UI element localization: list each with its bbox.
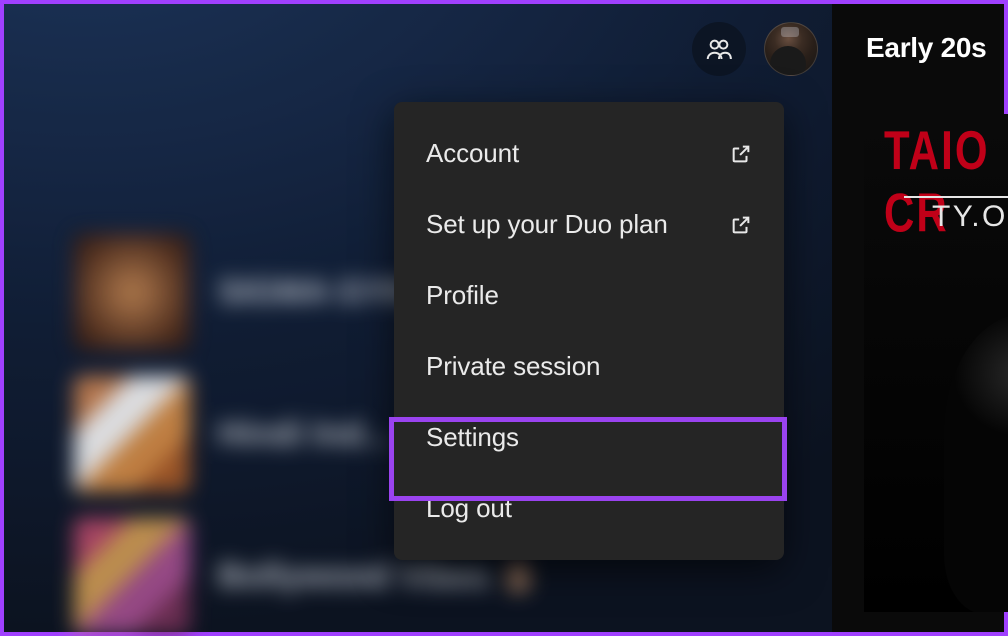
album-underline: [904, 196, 1008, 198]
friend-activity-button[interactable]: [692, 22, 746, 76]
menu-item-label: Log out: [426, 493, 512, 524]
playlist-label: Bollywood Vibes ✋🏽: [218, 556, 541, 596]
menu-item-logout[interactable]: Log out: [394, 473, 784, 544]
playlist-thumb: [74, 234, 190, 350]
menu-item-label: Set up your Duo plan: [426, 209, 668, 240]
main-content: SIGMA GYM MOTIVAT... Hindi Ind... Bollyw…: [4, 4, 832, 632]
menu-item-account[interactable]: Account: [394, 118, 784, 189]
menu-item-profile[interactable]: Profile: [394, 260, 784, 331]
menu-item-private-session[interactable]: Private session: [394, 331, 784, 402]
playlist-thumb: [74, 376, 190, 492]
menu-item-label: Private session: [426, 351, 600, 382]
external-link-icon: [730, 214, 752, 236]
people-icon: [704, 34, 734, 64]
menu-item-settings[interactable]: Settings: [394, 402, 784, 473]
user-avatar-button[interactable]: [764, 22, 818, 76]
sidebar-title: Early 20s: [832, 32, 1004, 64]
playlist-label: Hindi Ind...: [218, 415, 392, 454]
menu-item-duo-plan[interactable]: Set up your Duo plan: [394, 189, 784, 260]
album-text-line2: TY.O: [932, 200, 1008, 234]
now-playing-album-art[interactable]: TAIO CR TY.O: [864, 114, 1008, 612]
menu-item-label: Profile: [426, 280, 499, 311]
external-link-icon: [730, 143, 752, 165]
app-window: SIGMA GYM MOTIVAT... Hindi Ind... Bollyw…: [0, 0, 1008, 636]
user-dropdown-menu: Account Set up your Duo plan Profile Pri…: [394, 102, 784, 560]
menu-item-label: Account: [426, 138, 519, 169]
playlist-thumb: [74, 518, 190, 634]
album-figure: [944, 314, 1008, 612]
topbar: [692, 22, 818, 76]
menu-item-label: Settings: [426, 422, 519, 453]
